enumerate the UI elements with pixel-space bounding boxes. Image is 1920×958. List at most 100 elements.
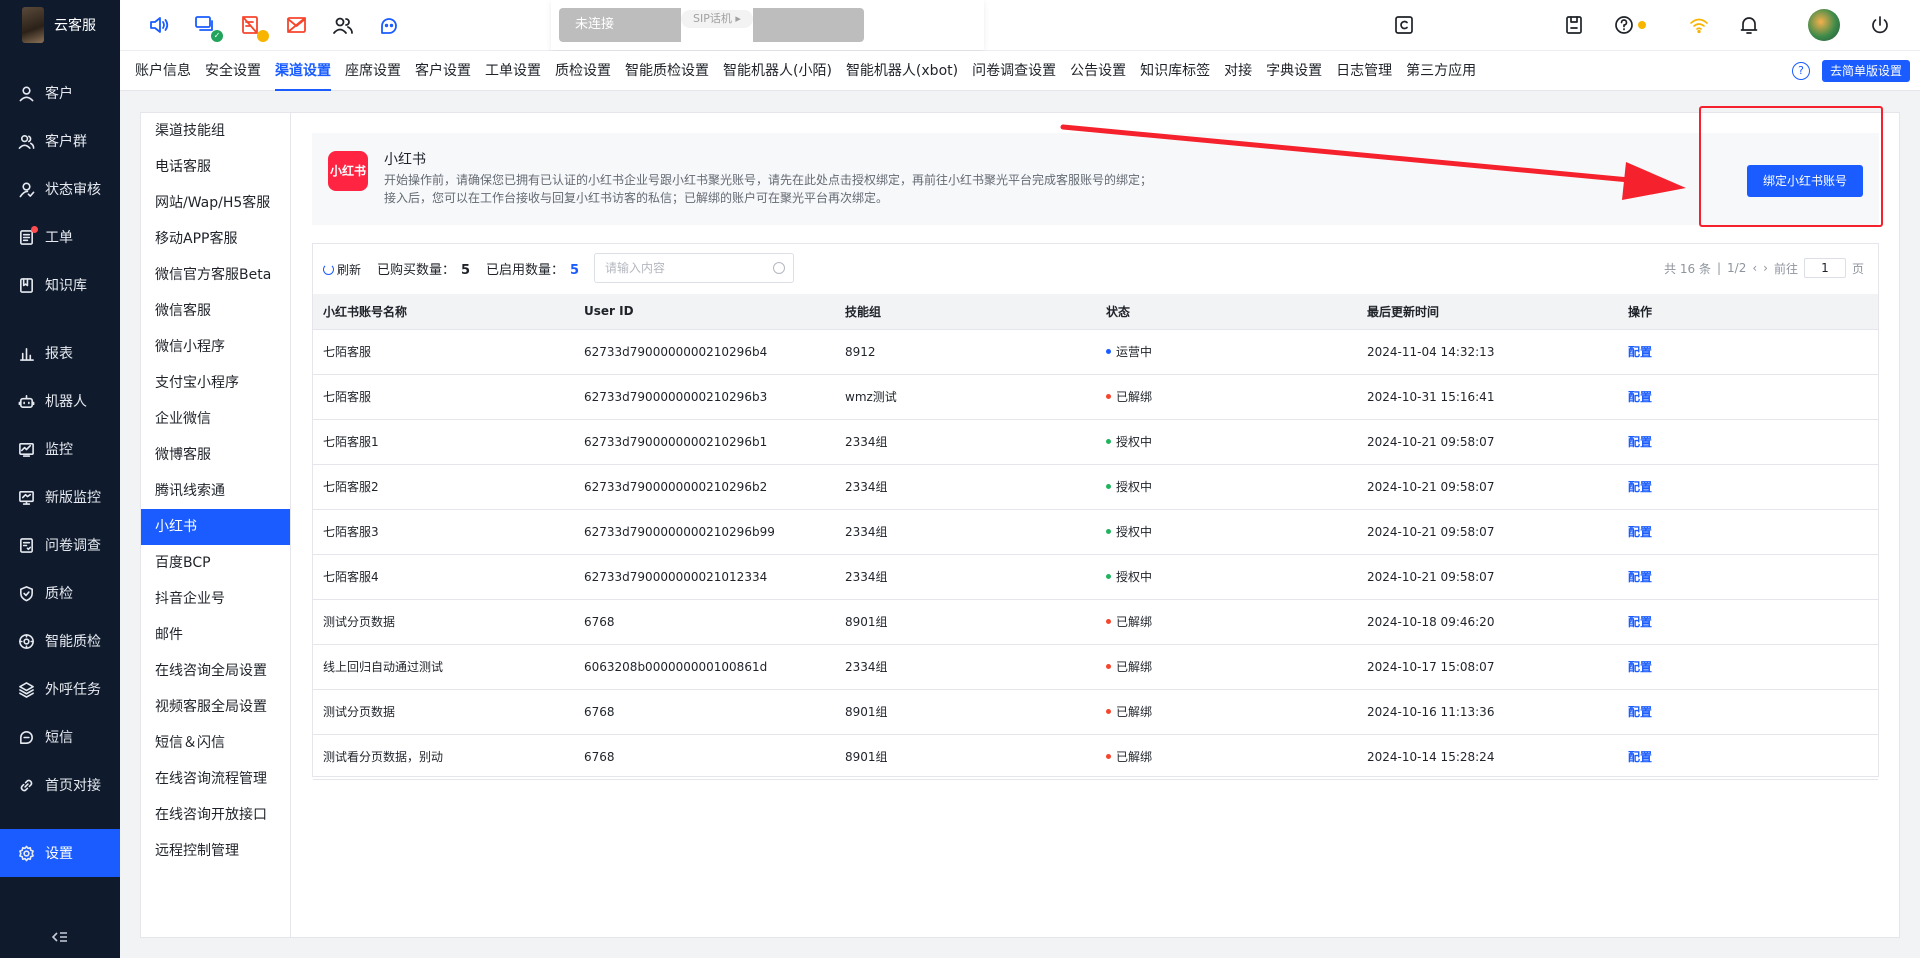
channel-menu-item[interactable]: 微博客服 xyxy=(141,437,290,473)
nav-item-11[interactable]: 智能质检 xyxy=(0,617,120,665)
settings-tab[interactable]: 渠道设置 xyxy=(268,51,338,91)
channel-menu-item[interactable]: 腾讯线索通 xyxy=(141,473,290,509)
nav-item-9[interactable]: 问卷调查 xyxy=(0,521,120,569)
channel-menu-item[interactable]: 微信官方客服Beta xyxy=(141,257,290,293)
channel-menu-item[interactable]: 百度BCP xyxy=(141,545,290,581)
channel-menu-item[interactable]: 微信小程序 xyxy=(141,329,290,365)
nav-item-7[interactable]: 监控 xyxy=(0,425,120,473)
settings-tab[interactable]: 工单设置 xyxy=(478,51,548,91)
status-review-icon xyxy=(19,182,35,197)
enabled-count: 已启用数量： 5 xyxy=(486,259,579,278)
settings-tab[interactable]: 问卷调查设置 xyxy=(965,51,1063,91)
sip-phone-label[interactable]: SIP话机 ▸ xyxy=(681,10,753,28)
chat-icon[interactable]: ✓ xyxy=(194,14,223,42)
bell-icon[interactable] xyxy=(1738,14,1760,36)
settings-tab[interactable]: 字典设置 xyxy=(1259,51,1329,91)
settings-tab[interactable]: 日志管理 xyxy=(1329,51,1399,91)
nav-item-4[interactable]: 知识库 xyxy=(0,261,120,309)
settings-tab[interactable]: 座席设置 xyxy=(338,51,408,91)
question-icon[interactable]: ? xyxy=(1792,62,1810,80)
nav-item-6[interactable]: 机器人 xyxy=(0,377,120,425)
configure-link[interactable]: 配置 xyxy=(1628,750,1652,764)
save-icon[interactable] xyxy=(1563,14,1585,36)
page-jump-input[interactable]: 1 xyxy=(1803,258,1846,278)
nav-item-label: 首页对接 xyxy=(45,778,101,794)
search-input[interactable]: 请输入内容 xyxy=(594,253,794,283)
channel-menu-item[interactable]: 电话客服 xyxy=(141,149,290,185)
nav-item-5[interactable]: 报表 xyxy=(0,329,120,377)
configure-link[interactable]: 配置 xyxy=(1628,660,1652,674)
settings-tab[interactable]: 账户信息 xyxy=(128,51,198,91)
sip-connect-button[interactable]: 未连接 xyxy=(559,8,681,42)
channel-menu-item[interactable]: 抖音企业号 xyxy=(141,581,290,617)
configure-link[interactable]: 配置 xyxy=(1628,705,1652,719)
channel-menu-item[interactable]: 邮件 xyxy=(141,617,290,653)
nav-item-12[interactable]: 外呼任务 xyxy=(0,665,120,713)
table-cell: 62733d7900000000210296b4 xyxy=(574,329,835,375)
channel-menu-item[interactable]: 网站/Wap/H5客服 xyxy=(141,185,290,221)
intro-description-2: 接入后，您可以在工作台接收与回复小红书访客的私信；已解绑的账户可在聚光平台再次绑… xyxy=(384,191,889,205)
configure-link[interactable]: 配置 xyxy=(1628,480,1652,494)
channel-menu-item[interactable]: 微信客服 xyxy=(141,293,290,329)
user-avatar[interactable] xyxy=(1808,9,1840,41)
nav-item-1[interactable]: 客户群 xyxy=(0,117,120,165)
search-icon[interactable] xyxy=(773,262,785,274)
channel-menu-item[interactable]: 短信＆闪信 xyxy=(141,725,290,761)
contacts-icon[interactable] xyxy=(332,14,354,36)
simple-version-button[interactable]: 去简单版设置 xyxy=(1822,60,1911,82)
channel-menu-item[interactable]: 移动APP客服 xyxy=(141,221,290,257)
nav-item-14[interactable]: 首页对接 xyxy=(0,761,120,809)
channel-menu-item[interactable]: 在线咨询流程管理 xyxy=(141,761,290,797)
status-cell: 授权中 xyxy=(1096,509,1357,555)
configure-link[interactable]: 配置 xyxy=(1628,525,1652,539)
nav-item-2[interactable]: 状态审核 xyxy=(0,165,120,213)
next-page-icon[interactable]: › xyxy=(1763,261,1768,275)
configure-link[interactable]: 配置 xyxy=(1628,435,1652,449)
nav-item-0[interactable]: 客户 xyxy=(0,69,120,117)
collapse-sidebar-icon[interactable] xyxy=(51,930,68,944)
settings-tab[interactable]: 智能机器人(xbot) xyxy=(839,51,965,91)
wifi-icon[interactable] xyxy=(1688,14,1710,36)
configure-link[interactable]: 配置 xyxy=(1628,345,1652,359)
status-badge: 授权中 xyxy=(1106,568,1152,585)
channel-menu-item[interactable]: 在线咨询全局设置 xyxy=(141,653,290,689)
settings-tab[interactable]: 对接 xyxy=(1217,51,1259,91)
settings-tab[interactable]: 第三方应用 xyxy=(1399,51,1483,91)
settings-tab[interactable]: 质检设置 xyxy=(548,51,618,91)
settings-tab[interactable]: 智能机器人(小陌) xyxy=(716,51,839,91)
channel-menu-item[interactable]: 企业微信 xyxy=(141,401,290,437)
status-cell: 已解绑 xyxy=(1096,374,1357,420)
settings-tab[interactable]: 客户设置 xyxy=(408,51,478,91)
channel-menu-item[interactable]: 远程控制管理 xyxy=(141,833,290,869)
users-icon xyxy=(18,134,35,149)
brand[interactable]: 云客服 xyxy=(0,0,120,50)
channel-menu-item[interactable]: 渠道技能组 xyxy=(141,113,290,149)
configure-link[interactable]: 配置 xyxy=(1628,570,1652,584)
nav-item-13[interactable]: 短信 xyxy=(0,713,120,761)
c-badge-icon[interactable] xyxy=(1393,14,1415,36)
channel-menu-item[interactable]: 在线咨询开放接口 xyxy=(141,797,290,833)
action-cell: 配置 xyxy=(1618,464,1878,510)
prev-page-icon[interactable]: ‹ xyxy=(1752,261,1757,275)
channel-menu-item[interactable]: 支付宝小程序 xyxy=(141,365,290,401)
settings-tab[interactable]: 知识库标签 xyxy=(1133,51,1217,91)
channel-menu-item[interactable]: 视频客服全局设置 xyxy=(141,689,290,725)
email-off-icon[interactable] xyxy=(286,14,308,36)
help-circle-icon[interactable] xyxy=(1613,14,1635,36)
settings-tab[interactable]: 公告设置 xyxy=(1063,51,1133,91)
configure-link[interactable]: 配置 xyxy=(1628,615,1652,629)
assistant-icon[interactable] xyxy=(378,14,400,36)
power-icon[interactable] xyxy=(1869,14,1891,36)
settings-tab[interactable]: 智能质检设置 xyxy=(618,51,716,91)
nav-item-3[interactable]: 工单 xyxy=(0,213,120,261)
channel-menu-item[interactable]: 小红书 xyxy=(141,509,290,545)
configure-link[interactable]: 配置 xyxy=(1628,390,1652,404)
sip-dial-button[interactable] xyxy=(753,8,864,42)
refresh-button[interactable]: 刷新 xyxy=(323,261,361,278)
settings-tab[interactable]: 安全设置 xyxy=(198,51,268,91)
nav-item-15[interactable]: 设置 xyxy=(0,829,120,877)
nav-item-10[interactable]: 质检 xyxy=(0,569,120,617)
ticket-status-icon[interactable] xyxy=(240,14,269,42)
speaker-icon[interactable] xyxy=(148,14,170,36)
nav-item-8[interactable]: 新版监控 xyxy=(0,473,120,521)
